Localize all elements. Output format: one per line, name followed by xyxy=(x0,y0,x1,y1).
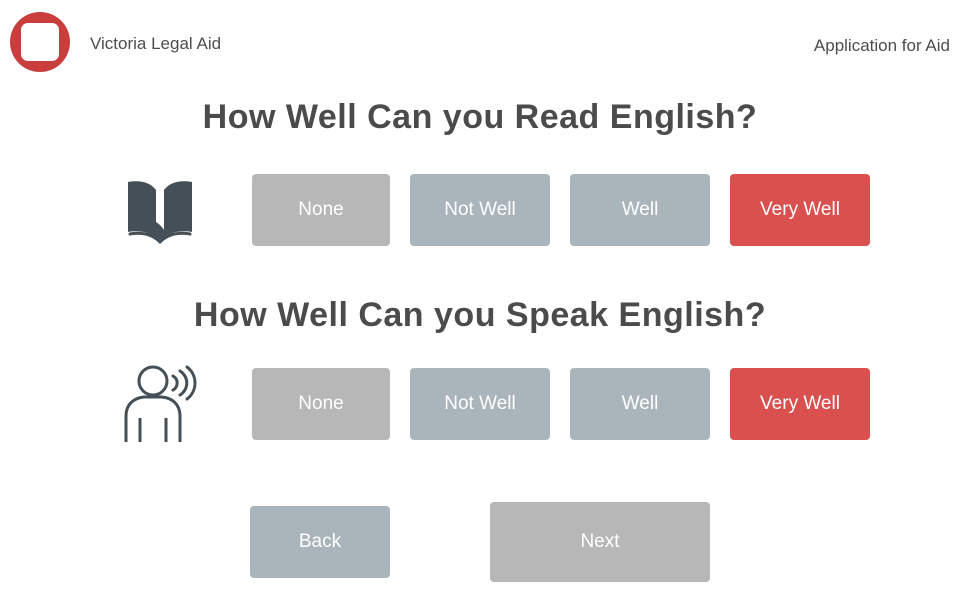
book-icon xyxy=(120,172,200,252)
person-speaking-icon xyxy=(120,362,200,442)
victoria-legal-aid-logo xyxy=(10,12,70,72)
logo-inner-square xyxy=(21,23,59,61)
speak-option-none[interactable]: None xyxy=(252,368,390,440)
speak-option-well[interactable]: Well xyxy=(570,368,710,440)
read-english-question: How Well Can you Read English? xyxy=(202,98,758,136)
next-button[interactable]: Next xyxy=(490,502,710,582)
read-option-well[interactable]: Well xyxy=(570,174,710,246)
app-title: Application for Aid xyxy=(813,36,950,55)
read-option-very-well[interactable]: Very Well xyxy=(730,174,870,246)
back-button[interactable]: Back xyxy=(250,506,390,578)
speak-option-very-well[interactable]: Very Well xyxy=(730,368,870,440)
speak-english-question: How Well Can you Speak English? xyxy=(193,296,767,334)
speak-option-not-well[interactable]: Not Well xyxy=(410,368,550,440)
read-option-not-well[interactable]: Not Well xyxy=(410,174,550,246)
read-option-none[interactable]: None xyxy=(252,174,390,246)
org-name: Victoria Legal Aid xyxy=(90,34,222,53)
